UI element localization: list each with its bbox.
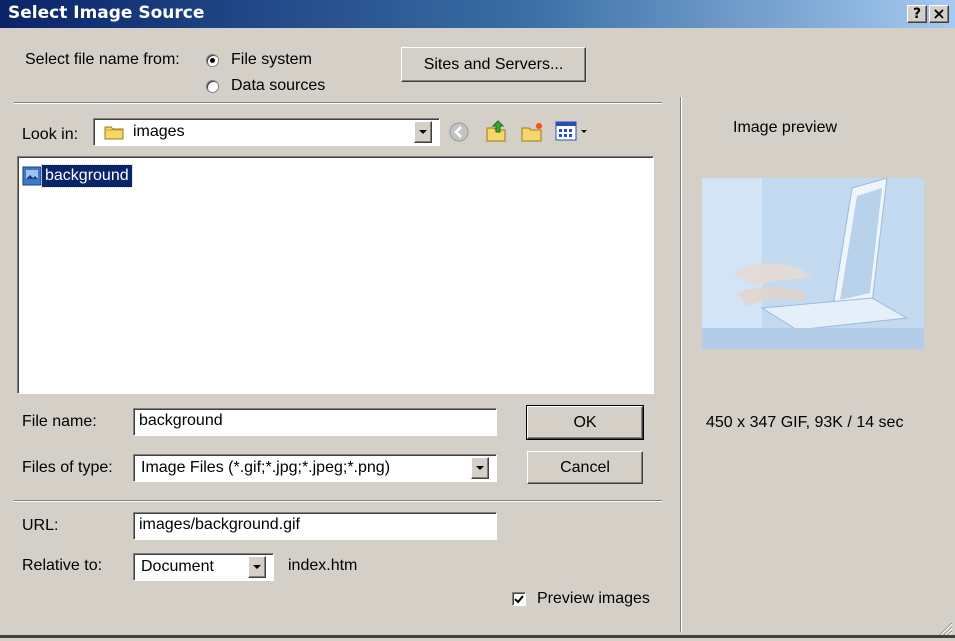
up-folder-icon[interactable] <box>484 119 508 148</box>
radio-data-sources-label[interactable]: Data sources <box>231 77 325 95</box>
filename-input[interactable]: background <box>133 408 497 436</box>
chevron-down-icon[interactable] <box>471 457 489 479</box>
relative-file: index.htm <box>288 557 358 574</box>
window-title: Select Image Source <box>8 3 205 23</box>
preview-image <box>702 178 924 349</box>
sites-and-servers-button[interactable]: Sites and Servers... <box>401 47 586 82</box>
image-file-icon <box>22 166 42 186</box>
close-button[interactable]: × <box>929 5 949 23</box>
chevron-down-icon[interactable] <box>248 556 266 578</box>
relative-label: Relative to: <box>22 557 103 574</box>
back-icon[interactable] <box>448 121 470 148</box>
chevron-down-icon[interactable] <box>414 121 432 143</box>
file-list-item[interactable]: background <box>22 164 133 188</box>
filename-label: File name: <box>22 413 97 430</box>
lookin-dropdown[interactable]: images <box>93 118 440 146</box>
view-menu-icon[interactable] <box>555 120 595 147</box>
file-item-label: background <box>41 164 133 188</box>
url-label: URL: <box>22 517 59 534</box>
radio-data-sources[interactable] <box>206 80 219 93</box>
preview-images-checkbox[interactable] <box>512 592 526 606</box>
folder-icon <box>104 124 124 145</box>
relative-dropdown[interactable]: Document <box>133 553 274 581</box>
preview-images-label[interactable]: Preview images <box>537 590 650 608</box>
filetype-dropdown[interactable]: Image Files (*.gif;*.jpg;*.jpeg;*.png) <box>133 454 497 482</box>
preview-info: 450 x 347 GIF, 93K / 14 sec <box>706 414 904 431</box>
radio-file-system-label[interactable]: File system <box>231 51 312 69</box>
lookin-value: images <box>133 123 185 140</box>
filetype-value: Image Files (*.gif;*.jpg;*.jpeg;*.png) <box>141 459 391 476</box>
lookin-label: Look in: <box>22 126 79 143</box>
help-button[interactable]: ? <box>907 5 927 23</box>
filetype-label: Files of type: <box>22 459 113 476</box>
separator <box>14 102 662 104</box>
ok-button[interactable]: OK <box>526 405 644 440</box>
radio-file-system[interactable] <box>206 54 219 67</box>
title-bar[interactable]: Select Image Source ? × <box>0 0 955 28</box>
url-input[interactable]: images/background.gif <box>133 512 497 540</box>
separator <box>14 500 662 502</box>
relative-value: Document <box>141 558 214 575</box>
source-label: Select file name from: <box>25 51 180 68</box>
check-icon <box>514 595 524 604</box>
cancel-button[interactable]: Cancel <box>527 451 643 484</box>
preview-title: Image preview <box>733 119 838 136</box>
file-list[interactable]: background <box>17 156 654 394</box>
new-folder-icon[interactable] <box>520 121 544 148</box>
vertical-separator <box>680 97 682 632</box>
